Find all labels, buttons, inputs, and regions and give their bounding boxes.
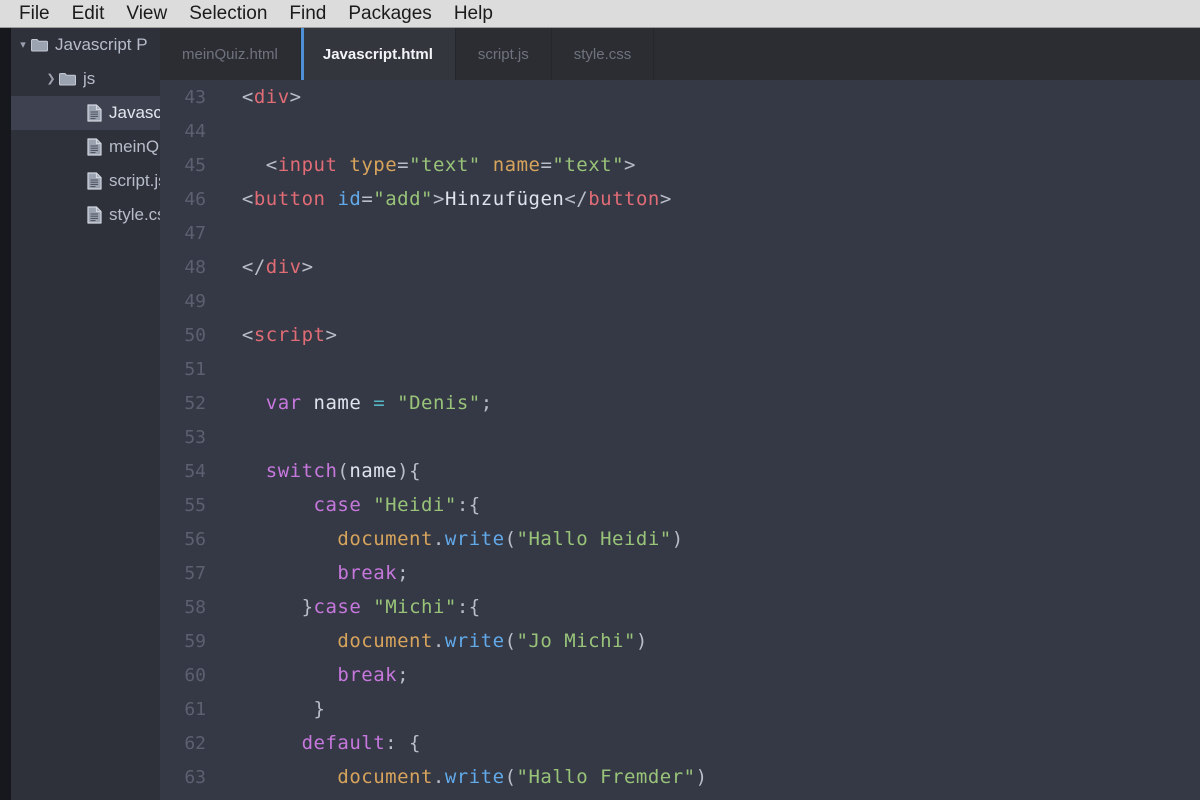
- line-number: 47: [184, 222, 206, 244]
- code-text: document.write("Jo Michi"): [337, 630, 648, 652]
- tab-label: meinQuiz.html: [182, 45, 278, 63]
- editor-tab-javascript-html[interactable]: Javascript.html: [300, 28, 456, 80]
- file-icon: [87, 206, 102, 224]
- code-text: <button id="add">Hinzufügen</button>: [241, 188, 672, 210]
- code-editor[interactable]: 43 <div> 44 45 <input type="text" name="te…: [160, 80, 1200, 800]
- line-number: 59: [184, 630, 206, 652]
- line-number: 58: [184, 596, 206, 618]
- code-line[interactable]: 55 case "Heidi":{: [160, 488, 1200, 522]
- menu-item-packages[interactable]: Packages: [337, 0, 442, 27]
- file-icon: [87, 172, 102, 190]
- code-line[interactable]: 43 <div>: [160, 80, 1200, 114]
- tab-label: script.js: [477, 45, 529, 63]
- line-number: 56: [184, 528, 206, 550]
- editor-tab-style-css[interactable]: style.css: [552, 28, 655, 80]
- code-line[interactable]: 56 document.write("Hallo Heidi"): [160, 522, 1200, 556]
- file-icon: [87, 138, 102, 156]
- tree-item-label: Javascript P: [55, 35, 148, 54]
- editor-tab-bar: meinQuiz.html Javascript.html script.js sty…: [160, 28, 1200, 80]
- tree-item-label: script.js: [109, 171, 160, 190]
- code-text: <div>: [241, 86, 302, 108]
- code-line[interactable]: 63 document.write("Hallo Fremder"): [160, 760, 1200, 794]
- code-text: <input type="text" name="text">: [265, 154, 636, 176]
- tab-label: style.css: [573, 45, 632, 63]
- line-number: 46: [184, 188, 206, 210]
- line-number: 45: [184, 154, 206, 176]
- file-icon: [87, 104, 102, 122]
- tree-item-meinqu[interactable]: meinQu: [11, 130, 160, 164]
- line-number: 57: [184, 562, 206, 584]
- line-number: 44: [184, 120, 206, 142]
- tree-item-script-js[interactable]: script.js: [11, 164, 160, 198]
- left-rail: [0, 28, 11, 800]
- code-text: </div>: [241, 256, 314, 278]
- menu-item-file[interactable]: File: [8, 0, 61, 27]
- code-line[interactable]: 57 break;: [160, 556, 1200, 590]
- code-line[interactable]: 47: [160, 216, 1200, 250]
- editor-tab-script-js[interactable]: script.js: [456, 28, 552, 80]
- tree-item-label: meinQu: [109, 137, 160, 156]
- folder-icon: [31, 38, 48, 52]
- menu-bar: File Edit View Selection Find Packages Help: [0, 0, 1200, 28]
- tree-item-javascrip[interactable]: Javascrip: [11, 96, 160, 130]
- tree-item-label: js: [83, 69, 96, 88]
- code-text: var name = "Denis";: [265, 392, 493, 414]
- code-line[interactable]: 49: [160, 284, 1200, 318]
- line-number: 62: [184, 732, 206, 754]
- code-line[interactable]: 54 switch(name){: [160, 454, 1200, 488]
- code-line[interactable]: 45 <input type="text" name="text">: [160, 148, 1200, 182]
- line-number: 51: [184, 358, 206, 380]
- tree-item-javascript-p[interactable]: ▾ Javascript P: [11, 28, 160, 62]
- tree-item-label: Javascrip: [109, 103, 160, 122]
- code-line[interactable]: 51: [160, 352, 1200, 386]
- line-number: 54: [184, 460, 206, 482]
- line-number: 55: [184, 494, 206, 516]
- code-text: case "Heidi":{: [313, 494, 481, 516]
- code-text: <script>: [241, 324, 338, 346]
- tree-item-style-css[interactable]: style.css: [11, 198, 160, 232]
- line-number: 49: [184, 290, 206, 312]
- line-number: 53: [184, 426, 206, 448]
- code-line[interactable]: 44: [160, 114, 1200, 148]
- tree-item-label: style.css: [109, 205, 160, 224]
- code-line[interactable]: 58 }case "Michi":{: [160, 590, 1200, 624]
- atom-editor-window: File Edit View Selection Find Packages Help ▾ J…: [0, 0, 1200, 800]
- tab-label: Javascript.html: [322, 45, 433, 63]
- tree-item-js[interactable]: ❯ js: [11, 62, 160, 96]
- code-line[interactable]: 60 break;: [160, 658, 1200, 692]
- menu-item-help[interactable]: Help: [443, 0, 504, 27]
- menu-item-find[interactable]: Find: [278, 0, 337, 27]
- code-text: document.write("Hallo Heidi"): [337, 528, 684, 550]
- editor-tab-meinquiz-html[interactable]: meinQuiz.html: [160, 28, 301, 80]
- menu-item-view[interactable]: View: [115, 0, 178, 27]
- code-text: switch(name){: [265, 460, 422, 482]
- code-line[interactable]: 59 document.write("Jo Michi"): [160, 624, 1200, 658]
- code-line[interactable]: 48 </div>: [160, 250, 1200, 284]
- line-number: 61: [184, 698, 206, 720]
- code-line[interactable]: 46 <button id="add">Hinzufügen</button>: [160, 182, 1200, 216]
- code-text: }case "Michi":{: [301, 596, 481, 618]
- code-text: default: {: [301, 732, 421, 754]
- line-number: 50: [184, 324, 206, 346]
- line-number: 48: [184, 256, 206, 278]
- code-line[interactable]: 53: [160, 420, 1200, 454]
- folder-icon: [59, 72, 76, 86]
- project-tree-panel[interactable]: ▾ Javascript P ❯ js Javascrip meinQu script.js…: [11, 28, 160, 800]
- chevron-right-icon[interactable]: ❯: [43, 73, 59, 85]
- code-line[interactable]: 61 }: [160, 692, 1200, 726]
- line-number: 52: [184, 392, 206, 414]
- chevron-down-icon[interactable]: ▾: [15, 39, 31, 51]
- code-line[interactable]: 62 default: {: [160, 726, 1200, 760]
- code-text: document.write("Hallo Fremder"): [337, 766, 708, 788]
- menu-item-selection[interactable]: Selection: [178, 0, 278, 27]
- code-text: }: [313, 698, 326, 720]
- line-number: 63: [184, 766, 206, 788]
- code-text: break;: [337, 562, 410, 584]
- line-number: 60: [184, 664, 206, 686]
- menu-item-edit[interactable]: Edit: [61, 0, 116, 27]
- code-line[interactable]: 52 var name = "Denis";: [160, 386, 1200, 420]
- code-line[interactable]: 50 <script>: [160, 318, 1200, 352]
- code-text: break;: [337, 664, 410, 686]
- line-number: 43: [184, 86, 206, 108]
